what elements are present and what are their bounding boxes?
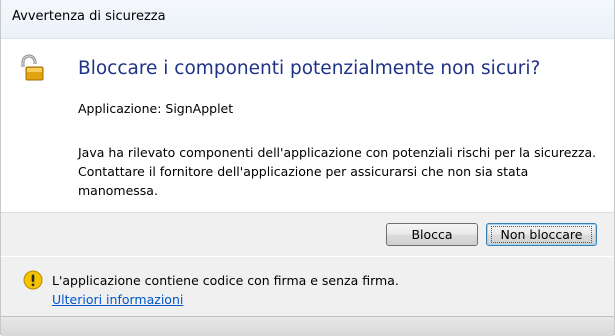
description-text: Java ha rilevato componenti dell'applica…: [78, 145, 597, 198]
application-name: Applicazione: SignApplet: [78, 101, 234, 116]
window-bottom-edge: [1, 316, 614, 336]
window-title: Avvertenza di sicurezza: [12, 9, 166, 24]
warning-icon: [23, 270, 43, 294]
dont-block-button-label: Non bloccare: [491, 226, 592, 243]
footer-warning-text: L'applicazione contiene codice con firma…: [52, 273, 399, 288]
security-warning-dialog: Avvertenza di sicurezza Bloccare i compo…: [0, 0, 615, 336]
more-info-link[interactable]: Ulteriori informazioni: [52, 292, 183, 307]
dont-block-button[interactable]: Non bloccare: [486, 223, 597, 246]
dialog-heading: Bloccare i componenti potenzialmente non…: [78, 58, 541, 79]
title-bar[interactable]: Avvertenza di sicurezza: [1, 0, 614, 39]
block-button-label: Blocca: [411, 227, 453, 242]
lock-icon: [19, 54, 45, 86]
block-button[interactable]: Blocca: [386, 223, 478, 246]
